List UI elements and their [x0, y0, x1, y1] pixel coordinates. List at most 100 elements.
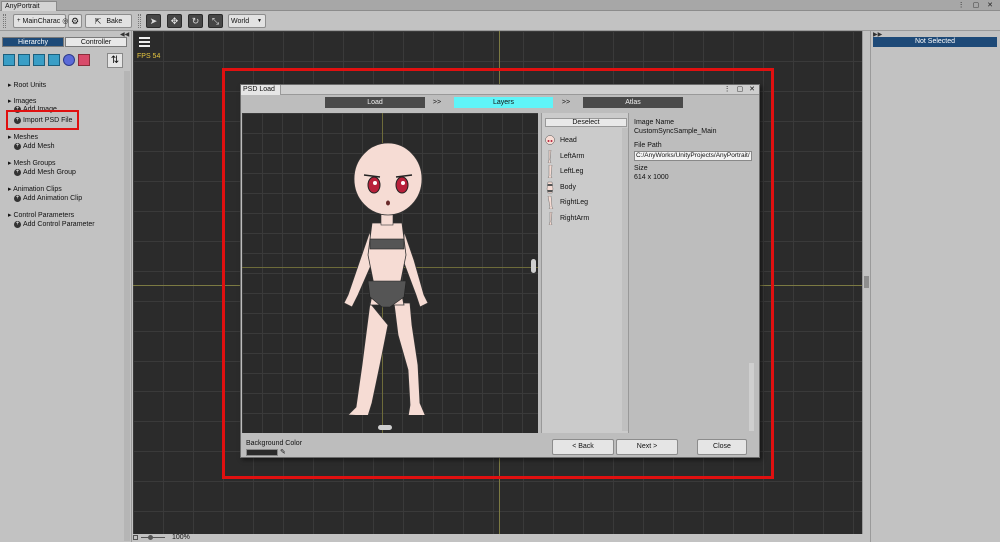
space-mode-value: World — [231, 17, 250, 25]
section-title: Animation Clips — [13, 186, 62, 193]
hamburger-icon — [139, 37, 150, 47]
mesh-filter-icon[interactable] — [33, 54, 45, 66]
preview-h-scroll-thumb[interactable] — [378, 425, 392, 430]
head-thumbnail-icon — [544, 134, 555, 147]
inspector-header: Not Selected — [873, 37, 997, 47]
layer-item-body[interactable]: Body — [544, 180, 576, 194]
add-mesh-group-button[interactable]: + Add Mesh Group — [14, 169, 76, 176]
add-control-parameter-label: Add Control Parameter — [23, 221, 95, 228]
layer-item-leftleg[interactable]: LeftLeg — [544, 164, 583, 178]
fit-icon[interactable] — [133, 535, 138, 540]
file-path-field[interactable]: C:/AnyWorks/UnityProjects/AnyPortrait/ — [634, 151, 752, 161]
background-color-swatch[interactable] — [246, 449, 278, 456]
move-tool-button[interactable]: ✥ — [167, 14, 182, 28]
psd-load-dialog: PSD Load ⋮ ▢ ✕ Load >> Layers >> Atlas D… — [240, 84, 760, 458]
toolbar-grip — [3, 14, 6, 28]
section-meshes[interactable]: ▸ Meshes — [8, 133, 38, 141]
section-control-parameters[interactable]: ▸ Control Parameters — [8, 211, 74, 219]
next-button[interactable]: Next > — [616, 439, 678, 455]
parameter-filter-icon[interactable] — [78, 54, 90, 66]
add-animation-clip-button[interactable]: + Add Animation Clip — [14, 195, 82, 202]
portrait-selector-value: MainCharac — [22, 17, 61, 25]
animation-filter-icon[interactable] — [63, 54, 75, 66]
section-root-units[interactable]: ▸ Root Units — [8, 81, 46, 89]
psd-preview[interactable] — [242, 113, 538, 433]
sort-icon: ⇅ — [110, 55, 120, 66]
menu-button[interactable] — [139, 37, 151, 48]
select-tool-button[interactable]: ➤ — [146, 14, 161, 28]
layer-item-leftarm[interactable]: LeftArm — [544, 149, 585, 163]
add-control-parameter-button[interactable]: + Add Control Parameter — [14, 221, 95, 228]
section-mesh-groups[interactable]: ▸ Mesh Groups — [8, 159, 56, 167]
toolbar-grip-2 — [138, 14, 141, 28]
layer-list-panel: Deselect Head LeftArm LeftLeg Body Right… — [541, 113, 629, 433]
dialog-title-bar: PSD Load ⋮ ▢ ✕ — [241, 85, 759, 95]
rotate-icon: ↻ — [191, 15, 200, 26]
layer-item-rightarm[interactable]: RightArm — [544, 211, 589, 225]
window-tab-bar: AnyPortrait ⋮ ▢ ✕ — [0, 0, 1000, 11]
layer-item-head[interactable]: Head — [544, 133, 577, 147]
fps-counter: FPS 54 — [137, 53, 161, 60]
image-name-label: Image Name — [634, 119, 675, 126]
body-thumbnail-icon — [544, 181, 555, 194]
section-images[interactable]: ▸ Images — [8, 97, 36, 105]
image-name-value: CustomSyncSample_Main — [634, 128, 717, 135]
add-mesh-button[interactable]: + Add Mesh — [14, 143, 55, 150]
settings-button[interactable]: ⚙ — [68, 14, 82, 28]
eyedropper-icon[interactable]: ✎ — [280, 448, 286, 456]
preview-v-scroll-thumb[interactable] — [531, 259, 536, 273]
scale-tool-button[interactable]: ⤡ — [208, 14, 223, 28]
layer-name: Head — [560, 136, 577, 144]
root-unit-filter-icon[interactable] — [3, 54, 15, 66]
layer-item-rightleg[interactable]: RightLeg — [544, 195, 588, 209]
plus-icon: + — [14, 143, 21, 150]
plus-icon: + — [14, 169, 21, 176]
bake-button[interactable]: ⇱ Bake — [85, 14, 132, 28]
tab-controller[interactable]: Controller — [65, 37, 127, 47]
step-arrow-2: >> — [561, 99, 571, 106]
viewport-status-bar: 100% — [133, 534, 862, 542]
back-button[interactable]: < Back — [552, 439, 614, 455]
rotate-tool-button[interactable]: ↻ — [188, 14, 203, 28]
layer-list-scrollbar[interactable] — [622, 128, 628, 431]
step-atlas[interactable]: Atlas — [583, 97, 683, 108]
deselect-button[interactable]: Deselect — [545, 118, 627, 127]
image-filter-icon[interactable] — [18, 54, 30, 66]
close-button[interactable]: Close — [697, 439, 747, 455]
dialog-window-controls[interactable]: ⋮ ▢ ✕ — [724, 85, 757, 93]
sort-button[interactable]: ⇅ — [107, 53, 123, 68]
layer-name: LeftLeg — [560, 167, 584, 175]
bake-icon: ⇱ — [94, 16, 102, 26]
info-scrollbar[interactable] — [749, 363, 754, 431]
section-animation-clips[interactable]: ▸ Animation Clips — [8, 185, 62, 193]
inspector-panel: ▶▶ Not Selected — [870, 31, 1000, 542]
layer-name: LeftArm — [560, 152, 585, 160]
scale-icon: ⤡ — [211, 15, 220, 26]
filter-icon-row — [3, 54, 90, 66]
background-color-label: Background Color — [246, 440, 303, 447]
size-value: 614 x 1000 — [634, 174, 669, 181]
image-info-panel: Image Name CustomSyncSample_Main File Pa… — [631, 113, 757, 433]
character-preview-image — [343, 142, 429, 415]
portrait-selector[interactable]: + MainCharac ◎ — [13, 14, 68, 28]
zoom-slider[interactable] — [141, 537, 165, 538]
step-load[interactable]: Load — [325, 97, 425, 108]
step-layers[interactable]: Layers — [454, 97, 553, 108]
layer-name: RightArm — [560, 214, 590, 222]
section-title: Images — [13, 98, 37, 105]
leg-thumbnail-icon — [544, 164, 555, 178]
viewport-scrollbar[interactable] — [862, 31, 870, 534]
tab-hierarchy[interactable]: Hierarchy — [2, 37, 64, 47]
mesh-group-filter-icon[interactable] — [48, 54, 60, 66]
import-psd-highlight — [6, 110, 79, 130]
plus-icon: + — [14, 195, 21, 202]
window-tab[interactable]: AnyPortrait — [1, 1, 57, 11]
zoom-slider-handle[interactable] — [148, 535, 153, 540]
window-controls[interactable]: ⋮ ▢ ✕ — [958, 1, 996, 9]
left-scrollbar[interactable] — [124, 71, 130, 541]
plus-icon: + — [14, 221, 21, 228]
step-arrow-1: >> — [432, 99, 442, 106]
leg-thumbnail-icon — [544, 195, 555, 209]
scrollbar-thumb[interactable] — [864, 276, 869, 288]
space-mode-dropdown[interactable]: World ▼ — [228, 14, 266, 28]
